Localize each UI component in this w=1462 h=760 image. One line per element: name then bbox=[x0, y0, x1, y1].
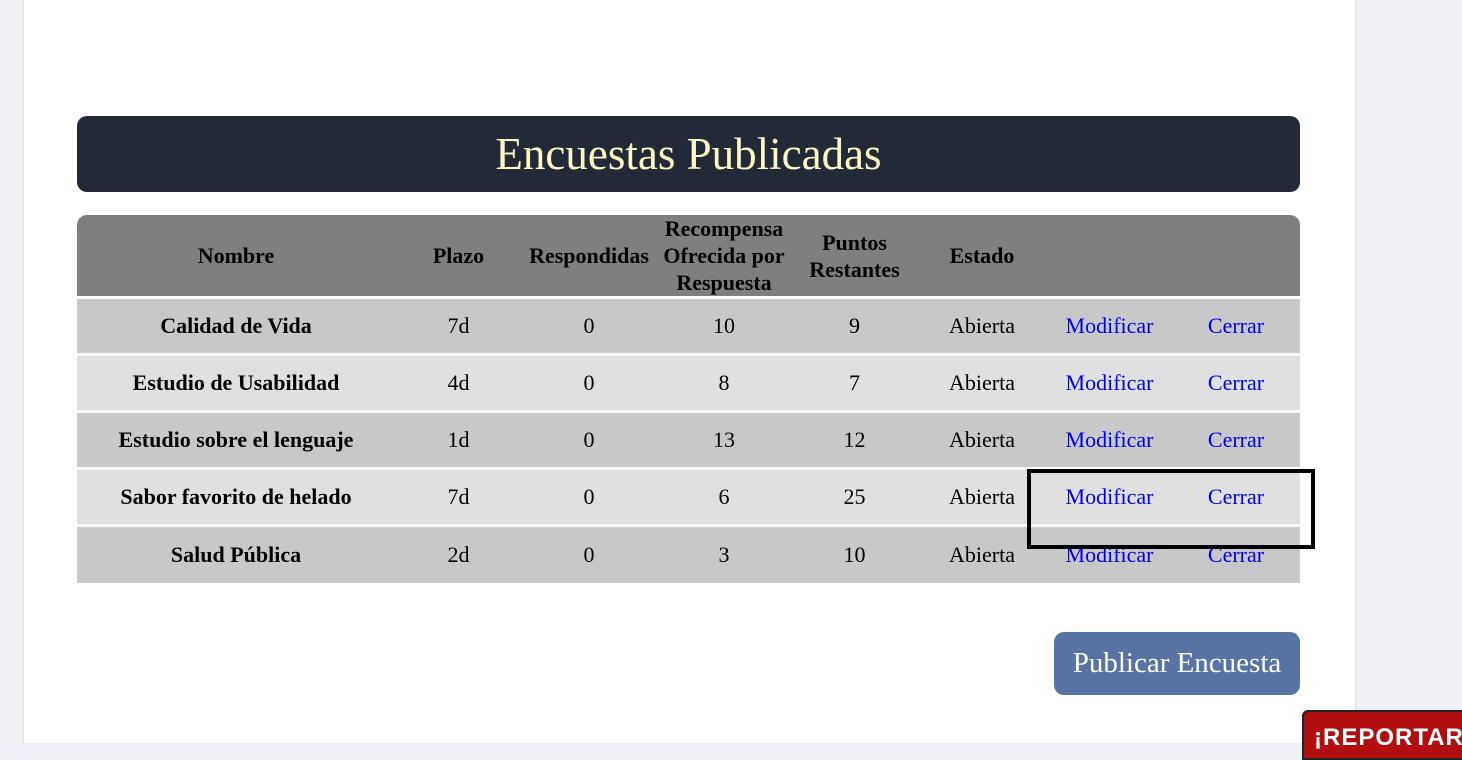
survey-reward: 6 bbox=[718, 484, 730, 509]
survey-status: Abierta bbox=[949, 370, 1015, 395]
survey-points-left: 12 bbox=[843, 427, 866, 452]
survey-answered: 0 bbox=[583, 541, 595, 567]
modify-cell: Modificar bbox=[1047, 412, 1172, 469]
survey-answered: 0 bbox=[583, 484, 595, 509]
survey-points-left: 7 bbox=[849, 370, 860, 395]
column-header-puntos-restantes: Puntos Restantes bbox=[809, 229, 900, 282]
modify-cell: Modificar bbox=[1047, 355, 1172, 412]
modify-link[interactable]: Modificar bbox=[1066, 427, 1154, 452]
close-cell: Cerrar bbox=[1172, 526, 1300, 583]
modify-link[interactable]: Modificar bbox=[1066, 313, 1154, 338]
survey-answered: 0 bbox=[583, 427, 595, 452]
column-header-recompensa: Recompensa Ofrecida por Respuesta bbox=[663, 216, 785, 295]
survey-deadline: 7d bbox=[447, 313, 470, 338]
close-cell: Cerrar bbox=[1172, 298, 1300, 355]
survey-status: Abierta bbox=[949, 484, 1015, 509]
survey-deadline: 7d bbox=[447, 484, 470, 509]
survey-answered: 0 bbox=[583, 313, 595, 338]
table-row: Estudio sobre el lenguaje 1d 0 13 12 Abi… bbox=[77, 411, 1300, 469]
survey-name: Salud Pública bbox=[170, 541, 302, 567]
survey-name: Estudio sobre el lenguaje bbox=[118, 427, 354, 452]
modify-link[interactable]: Modificar bbox=[1066, 484, 1154, 509]
table-row: Calidad de Vida 7d 0 10 9 Abierta Modifi… bbox=[77, 297, 1300, 355]
title-banner: Encuestas Publicadas bbox=[77, 116, 1300, 192]
survey-deadline: 1d bbox=[447, 427, 470, 452]
surveys-table: Nombre Plazo Respondidas Recompensa Ofre… bbox=[77, 215, 1300, 583]
survey-name: Calidad de Vida bbox=[160, 313, 312, 338]
close-link[interactable]: Cerrar bbox=[1208, 542, 1264, 567]
report-tab-label: ¡REPORTAR bbox=[1314, 724, 1462, 751]
modify-cell: Modificar bbox=[1047, 526, 1172, 583]
column-header-close bbox=[1172, 215, 1300, 298]
close-link[interactable]: Cerrar bbox=[1208, 313, 1264, 338]
survey-points-left: 25 bbox=[843, 484, 866, 509]
close-cell: Cerrar bbox=[1172, 355, 1300, 412]
survey-points-left: 10 bbox=[843, 541, 866, 567]
survey-reward: 13 bbox=[713, 427, 735, 452]
close-link[interactable]: Cerrar bbox=[1208, 370, 1264, 395]
survey-reward: 10 bbox=[713, 313, 735, 338]
column-header-nombre: Nombre bbox=[197, 243, 275, 268]
column-header-estado: Estado bbox=[949, 243, 1015, 268]
close-link[interactable]: Cerrar bbox=[1208, 427, 1264, 452]
survey-status: Abierta bbox=[949, 427, 1015, 452]
table-row: Estudio de Usabilidad 4d 0 8 7 Abierta M… bbox=[77, 354, 1300, 412]
table-row: Sabor favorito de helado 7d 0 6 25 Abier… bbox=[77, 468, 1300, 526]
report-tab[interactable]: ¡REPORTAR bbox=[1302, 710, 1462, 760]
close-cell: Cerrar bbox=[1172, 412, 1300, 469]
survey-status: Abierta bbox=[949, 541, 1015, 567]
survey-points-left: 9 bbox=[849, 313, 860, 338]
survey-deadline: 4d bbox=[447, 370, 470, 395]
close-cell: Cerrar bbox=[1172, 469, 1300, 526]
table-header-row: Nombre Plazo Respondidas Recompensa Ofre… bbox=[77, 215, 1300, 298]
column-header-plazo: Plazo bbox=[432, 243, 485, 268]
modify-link[interactable]: Modificar bbox=[1066, 370, 1154, 395]
survey-status: Abierta bbox=[949, 313, 1015, 338]
column-header-modify bbox=[1047, 215, 1172, 298]
column-header-respondidas: Respondidas bbox=[529, 243, 649, 268]
survey-name: Sabor favorito de helado bbox=[120, 484, 352, 509]
survey-name: Estudio de Usabilidad bbox=[132, 370, 340, 395]
publish-survey-button[interactable]: Publicar Encuesta bbox=[1054, 632, 1300, 695]
page-title: Encuestas Publicadas bbox=[495, 129, 882, 179]
modify-link[interactable]: Modificar bbox=[1066, 542, 1154, 567]
survey-reward: 3 bbox=[718, 541, 730, 567]
modify-cell: Modificar bbox=[1047, 298, 1172, 355]
survey-deadline: 2d bbox=[447, 541, 470, 567]
survey-reward: 8 bbox=[718, 370, 730, 395]
close-link[interactable]: Cerrar bbox=[1208, 484, 1264, 509]
survey-answered: 0 bbox=[583, 370, 595, 395]
table-row: Salud Pública 2d 0 3 10 Abierta Modifica… bbox=[77, 525, 1300, 583]
modify-cell: Modificar bbox=[1047, 469, 1172, 526]
